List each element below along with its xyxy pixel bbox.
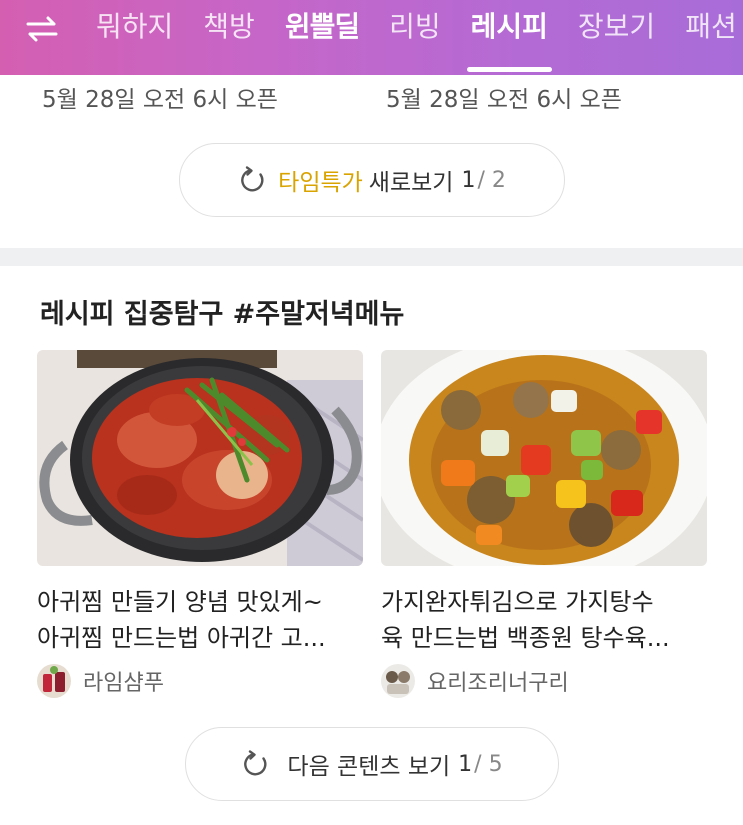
next-content-button[interactable]: 다음 콘텐츠 보기 1 / 5 — [185, 727, 559, 801]
recipe-title-line-2: 아귀찜 만드는법 아귀간 고... — [37, 624, 326, 652]
recipe-title-line-1: 아귀찜 만들기 양념 맛있게~ — [37, 588, 323, 616]
avatar — [37, 664, 71, 698]
time-deal-label: 타임특가 — [278, 170, 363, 196]
category-tabs: 뭐하지 책방 윈쁠딜 리빙 레시피 장보기 패션 — [96, 10, 743, 72]
recipe-card[interactable]: 가지완자튀김으로 가지탕수 육 만드는법 백종원 탕수육... 요리조리너구리 — [381, 350, 707, 698]
page-current: 1 — [458, 751, 473, 777]
tab-fashion[interactable]: 패션 — [685, 10, 737, 44]
next-content-label: 다음 콘텐츠 보기 — [287, 754, 451, 780]
tab-recipe[interactable]: 레시피 — [466, 10, 553, 72]
braised-monkfish-photo[interactable] — [37, 350, 363, 566]
recipe-card[interactable]: 아귀찜 만들기 양념 맛있게~ 아귀찜 만드는법 아귀간 고... 라임샴푸 — [37, 350, 363, 698]
time-deal-refresh-button[interactable]: 타임특가 새로보기 1 / 2 — [179, 143, 565, 217]
recipe-title[interactable]: 가지완자튀김으로 가지탕수 육 만드는법 백종원 탕수육... — [381, 584, 707, 656]
author-name: 라임샴푸 — [83, 671, 164, 696]
swap-arrows-icon[interactable] — [22, 14, 62, 44]
tab-grocery[interactable]: 장보기 — [578, 10, 655, 44]
section-divider — [0, 248, 743, 266]
author-name: 요리조리너구리 — [427, 671, 569, 696]
open-time-left: 5월 28일 오전 6시 오픈 — [42, 87, 278, 113]
author-row[interactable]: 라임샴푸 — [37, 664, 363, 698]
recipe-title-line-2: 육 만드는법 백종원 탕수육... — [381, 624, 670, 652]
refresh-label: 새로보기 — [368, 170, 454, 196]
refresh-icon — [244, 750, 267, 776]
tab-bookshop[interactable]: 책방 — [203, 10, 255, 44]
open-time-row: 5월 28일 오전 6시 오픈 5월 28일 오전 6시 오픈 — [0, 80, 743, 114]
page-current: 1 — [461, 167, 476, 193]
top-navigation-bar: 뭐하지 책방 윈쁠딜 리빙 레시피 장보기 패션 — [0, 0, 743, 75]
recipe-title[interactable]: 아귀찜 만들기 양념 맛있게~ 아귀찜 만드는법 아귀간 고... — [37, 584, 363, 656]
recipe-title-line-1: 가지완자튀김으로 가지탕수 — [381, 588, 654, 616]
avatar — [381, 664, 415, 698]
author-row[interactable]: 요리조리너구리 — [381, 664, 707, 698]
tab-living[interactable]: 리빙 — [389, 10, 441, 44]
tab-win-deal[interactable]: 윈쁠딜 — [285, 10, 360, 44]
tab-mwohaji[interactable]: 뭐하지 — [96, 10, 173, 44]
open-time-right: 5월 28일 오전 6시 오픈 — [386, 87, 622, 113]
page-total: / 5 — [474, 751, 503, 777]
refresh-icon — [241, 166, 264, 192]
page-total: / 2 — [477, 167, 506, 193]
section-title: 레시피 집중탐구 #주말저녁메뉴 — [40, 299, 405, 330]
eggplant-sweet-sour-photo[interactable] — [381, 350, 707, 566]
